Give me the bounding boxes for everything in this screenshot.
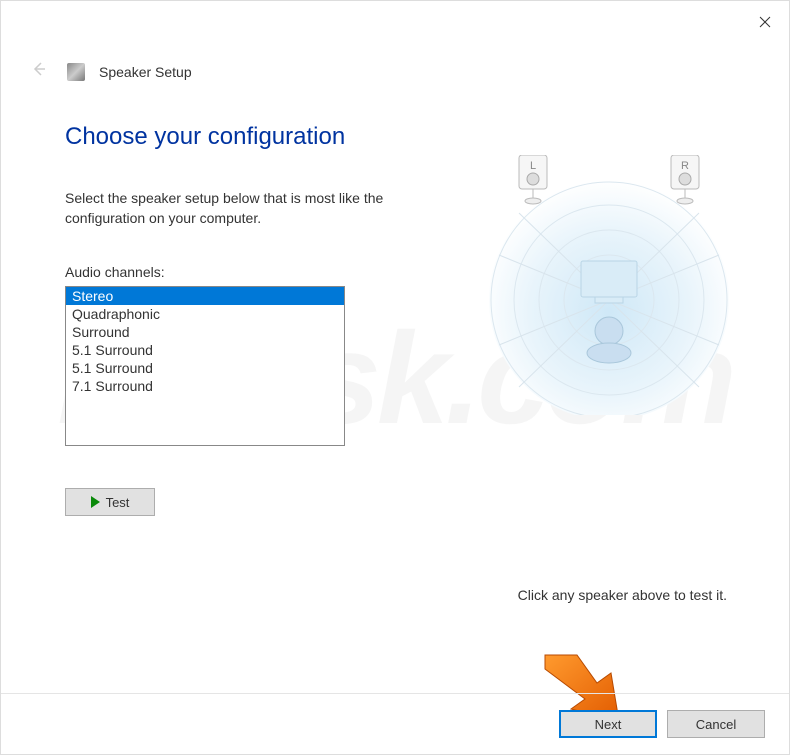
instruction-text: Select the speaker setup below that is m… [65, 189, 405, 228]
close-icon [759, 16, 771, 28]
back-arrow-icon [29, 59, 53, 85]
list-item[interactable]: Stereo [66, 287, 344, 305]
svg-text:R: R [681, 160, 689, 172]
test-button[interactable]: Test [65, 488, 155, 516]
footer: Next Cancel [559, 710, 765, 738]
test-button-label: Test [106, 495, 130, 510]
play-icon [91, 496, 100, 508]
list-item[interactable]: Surround [66, 323, 344, 341]
list-item[interactable]: 7.1 Surround [66, 377, 344, 395]
titlebar [1, 1, 789, 43]
next-button[interactable]: Next [559, 710, 657, 738]
window-title: Speaker Setup [99, 64, 192, 80]
close-button[interactable] [745, 7, 785, 37]
footer-separator [1, 693, 789, 694]
dialog-window: PCrisk.com Speaker Setup Choose your con… [0, 0, 790, 755]
speaker-diagram: L R [469, 155, 749, 415]
svg-text:L: L [530, 160, 536, 172]
list-item[interactable]: 5.1 Surround [66, 341, 344, 359]
cancel-button-label: Cancel [696, 717, 736, 732]
header: Speaker Setup [1, 43, 789, 93]
right-speaker-icon: R [671, 155, 699, 204]
speaker-icon [67, 63, 85, 81]
list-item[interactable]: Quadraphonic [66, 305, 344, 323]
cancel-button[interactable]: Cancel [667, 710, 765, 738]
list-item[interactable]: 5.1 Surround [66, 359, 344, 377]
page-heading: Choose your configuration [65, 123, 731, 151]
hint-text: Click any speaker above to test it. [518, 587, 727, 603]
content-area: Choose your configuration Select the spe… [1, 93, 789, 516]
next-button-label: Next [595, 717, 622, 732]
audio-channels-listbox[interactable]: Stereo Quadraphonic Surround 5.1 Surroun… [65, 286, 345, 446]
left-speaker-icon: L [519, 155, 547, 204]
